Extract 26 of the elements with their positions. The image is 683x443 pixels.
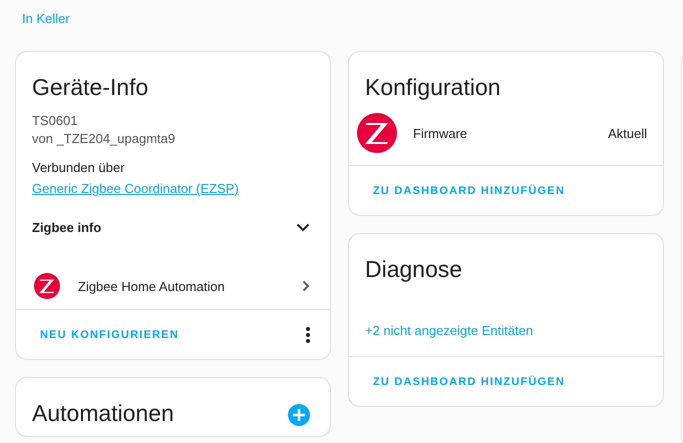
add-to-dashboard-button[interactable]: ZU DASHBOARD HINZUFÜGEN: [361, 178, 577, 202]
entity-state: Aktuell: [608, 126, 647, 140]
card-title: Geräte-Info: [31, 73, 150, 101]
more-options-icon[interactable]: [306, 326, 310, 342]
card-title: Konfiguration: [364, 73, 502, 101]
chevron-icon: [296, 222, 310, 232]
entity-row[interactable]: Firmware Aktuell: [349, 101, 663, 165]
chevron-right-icon: [302, 280, 310, 292]
hidden-entities-link[interactable]: +2 nicht angezeigte Entitäten: [349, 283, 550, 356]
entity-name: Firmware: [413, 126, 468, 140]
reconfigure-button[interactable]: NEU KONFIGURIEREN: [28, 322, 191, 346]
coordinator-link[interactable]: Generic Zigbee Coordinator (EZSP): [32, 178, 239, 199]
add-icon[interactable]: [288, 404, 310, 426]
device-manufacturer: von _TZE204_upagmta9: [32, 131, 176, 146]
zigbee-logo-icon: [34, 273, 60, 299]
zigbee-info-expander[interactable]: Zigbee info: [16, 199, 330, 239]
zigbee-logo-icon: [357, 113, 397, 153]
card-title: Automationen: [31, 399, 175, 427]
connected-via-label: Verbunden über: [32, 159, 125, 177]
card-title: Diagnose: [364, 255, 464, 283]
expander-label: Zigbee info: [32, 220, 102, 234]
breadcrumb-link[interactable]: In Keller: [0, 0, 70, 32]
add-to-dashboard-button[interactable]: ZU DASHBOARD HINZUFÜGEN: [361, 370, 577, 394]
integration-name: Zigbee Home Automation: [78, 278, 226, 294]
device-model: TS0601: [32, 113, 78, 128]
integration-row[interactable]: Zigbee Home Automation: [16, 239, 330, 309]
